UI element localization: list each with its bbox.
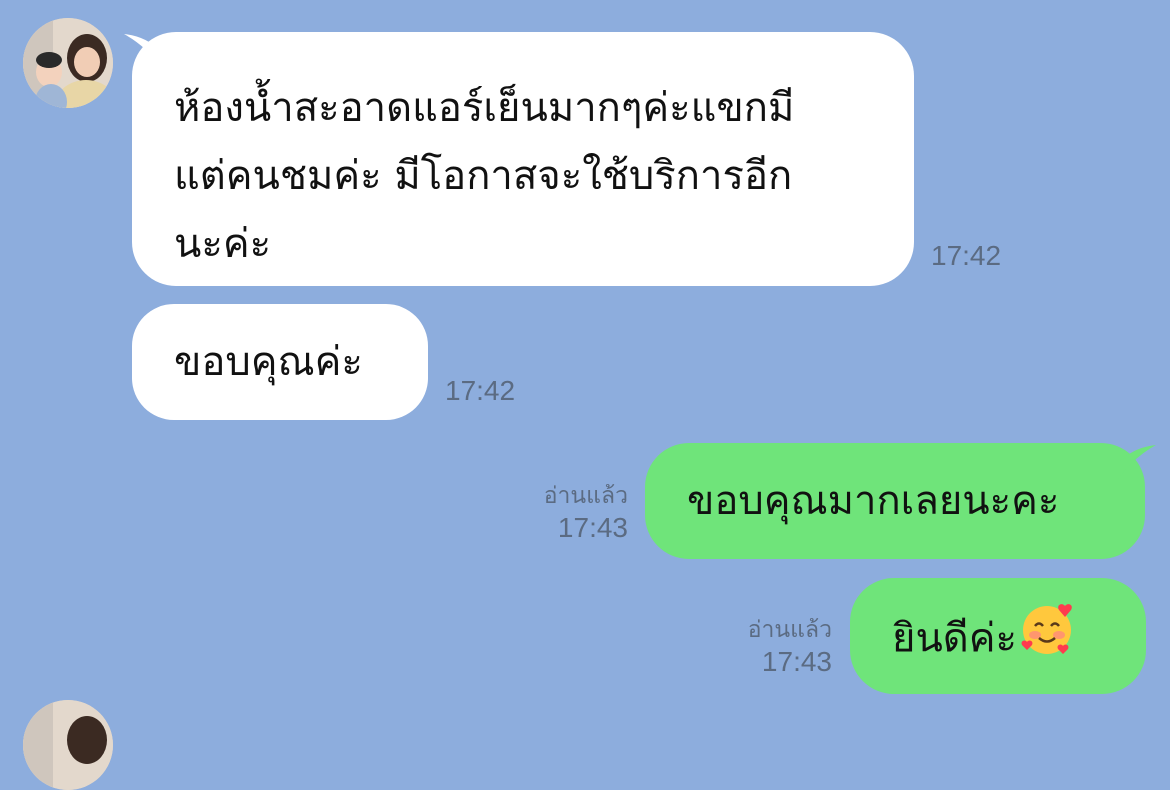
outgoing-message-bubble[interactable]: ขอบคุณมากเลยนะคะ: [645, 443, 1145, 559]
message-timestamp: 17:43: [557, 512, 628, 543]
message-text: ขอบคุณค่ะ: [174, 339, 363, 385]
smiling-face-with-hearts-icon: [1019, 602, 1075, 679]
message-timestamp: 17:42: [445, 375, 516, 406]
outgoing-message-bubble[interactable]: ยินดีค่ะ: [850, 578, 1146, 694]
message-line: แต่คนชมค่ะ มีโอกาสจะใช้บริการอีก: [174, 153, 793, 199]
message-timestamp: 17:43: [761, 646, 832, 677]
contact-avatar[interactable]: [23, 700, 113, 790]
message-line: นะค่ะ: [174, 221, 272, 267]
message-meta: อ่านแล้ว 17:43: [748, 614, 832, 680]
message-text: ยินดีค่ะ: [892, 615, 1017, 662]
message-text: ขอบคุณมากเลยนะคะ: [687, 478, 1060, 524]
message-timestamp: 17:42: [931, 240, 1002, 271]
incoming-message-bubble[interactable]: ห้องน้ำสะอาดแอร์เย็นมากๆค่ะแขกมี แต่คนชม…: [132, 32, 914, 286]
message-meta: อ่านแล้ว 17:43: [544, 480, 628, 546]
contact-avatar[interactable]: [23, 18, 113, 108]
bubble-tail: [1120, 578, 1121, 579]
bubble-tail: [1118, 445, 1156, 479]
message-line: ห้องน้ำสะอาดแอร์เย็นมากๆค่ะแขกมี: [174, 85, 795, 131]
incoming-message-bubble[interactable]: ขอบคุณค่ะ: [132, 304, 428, 420]
read-receipt: อ่านแล้ว: [747, 616, 832, 642]
read-receipt: อ่านแล้ว: [543, 482, 628, 508]
